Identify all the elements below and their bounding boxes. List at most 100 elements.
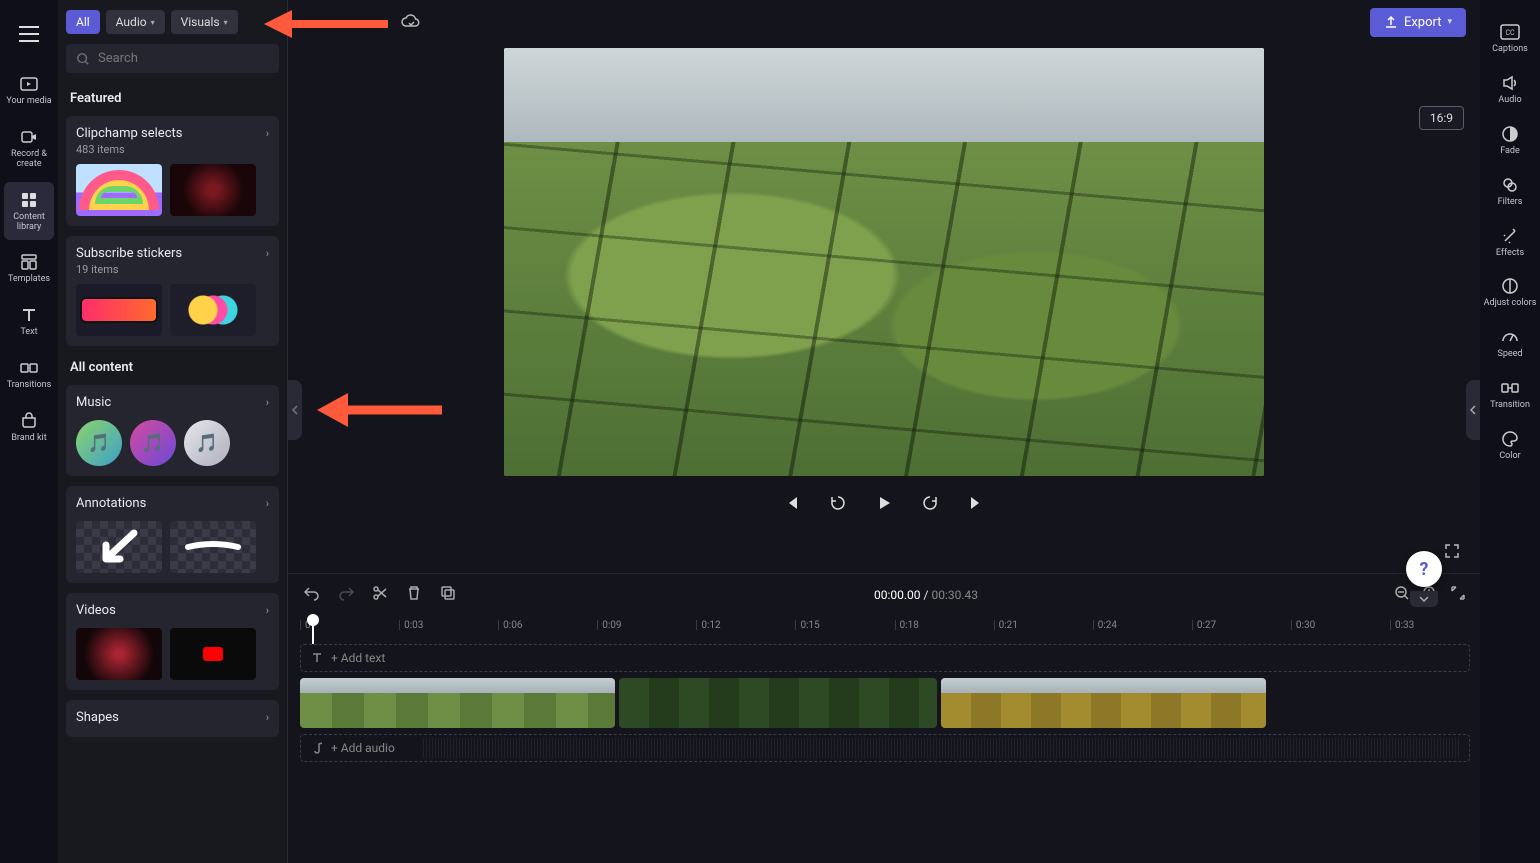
timeline: 00:00.00 / 00:30.43 00:030:060:090:120:1… xyxy=(288,573,1480,863)
thumb-underline[interactable] xyxy=(170,521,256,573)
preview-area: 16:9 ? xyxy=(288,44,1480,573)
nav-brand-kit[interactable]: Brand kit xyxy=(4,403,54,452)
music-genre-1[interactable]: 🎵 xyxy=(76,420,122,466)
nav-label: Your media xyxy=(6,97,51,107)
thumb-rainbow[interactable] xyxy=(76,164,162,216)
forward-button[interactable] xyxy=(917,490,943,516)
chevron-right-icon: › xyxy=(266,396,269,409)
waveform xyxy=(421,738,1459,758)
fullscreen-button[interactable] xyxy=(1444,543,1460,563)
text-icon xyxy=(19,305,39,325)
pill-visuals[interactable]: Visuals▾ xyxy=(171,10,238,34)
chevron-right-icon: › xyxy=(266,127,269,140)
preview-canvas[interactable] xyxy=(504,48,1264,476)
thumb-subscribe[interactable] xyxy=(76,284,162,336)
right-properties-rail: CC Captions Audio Fade Filters Effects A… xyxy=(1480,0,1540,863)
record-icon xyxy=(19,127,39,147)
aspect-ratio-badge[interactable]: 16:9 xyxy=(1419,106,1464,130)
card-subtitle: 19 items xyxy=(76,263,269,276)
nav-transitions[interactable]: Transitions xyxy=(4,350,54,399)
timeline-time: 00:00.00 / 00:30.43 xyxy=(472,588,1380,602)
clip-2[interactable] xyxy=(619,678,937,728)
panel-collapse-handle[interactable] xyxy=(288,380,302,440)
skip-end-button[interactable] xyxy=(963,490,989,516)
ruler-tick: 0:15 xyxy=(795,620,819,630)
chevron-down-icon: ▾ xyxy=(151,18,155,27)
thumb-bells[interactable] xyxy=(170,284,256,336)
ruler-tick: 0:09 xyxy=(597,620,621,630)
card-clipchamp-selects[interactable]: Clipchamp selects › 483 items xyxy=(66,116,279,226)
expand-down-button[interactable] xyxy=(1410,591,1438,607)
audio-track[interactable]: + Add audio xyxy=(300,734,1470,762)
prop-color[interactable]: Color xyxy=(1483,421,1537,470)
export-button[interactable]: Export ▾ xyxy=(1370,8,1466,37)
split-button[interactable] xyxy=(370,585,390,605)
music-genre-3[interactable]: 🎵 xyxy=(184,420,230,466)
upload-icon xyxy=(1384,15,1398,29)
nav-content-library[interactable]: Content library xyxy=(4,182,54,241)
pill-all[interactable]: All xyxy=(66,10,100,34)
card-annotations[interactable]: Annotations › xyxy=(66,486,279,583)
prop-filters[interactable]: Filters xyxy=(1483,167,1537,216)
ruler-tick: 0:18 xyxy=(895,620,919,630)
help-button[interactable]: ? xyxy=(1406,551,1442,587)
thumb-arrow[interactable] xyxy=(76,521,162,573)
card-title: Shapes xyxy=(76,710,119,725)
card-subscribe-stickers[interactable]: Subscribe stickers › 19 items xyxy=(66,236,279,346)
nav-record-create[interactable]: Record & create xyxy=(4,119,54,178)
music-genre-2[interactable]: 🎵 xyxy=(130,420,176,466)
prop-adjust-colors[interactable]: Adjust colors xyxy=(1483,268,1537,317)
clip-1[interactable] xyxy=(300,678,615,728)
menu-button[interactable] xyxy=(9,14,49,54)
redo-button[interactable] xyxy=(336,585,356,605)
search-box[interactable] xyxy=(66,44,279,73)
timeline-tracks: + Add text + Add audio xyxy=(300,644,1480,863)
prop-transition[interactable]: Transition xyxy=(1483,370,1537,419)
playhead[interactable] xyxy=(312,616,314,644)
text-track[interactable]: + Add text xyxy=(300,644,1470,672)
clip-3[interactable] xyxy=(941,678,1266,728)
rewind-button[interactable] xyxy=(825,490,851,516)
brand-kit-icon xyxy=(19,411,39,431)
ruler-tick: 0:27 xyxy=(1192,620,1216,630)
prop-fade[interactable]: Fade xyxy=(1483,116,1537,165)
search-input[interactable] xyxy=(98,51,269,66)
section-all-content: All content xyxy=(66,356,279,385)
prop-speed[interactable]: Speed xyxy=(1483,319,1537,368)
transport-controls xyxy=(779,490,989,516)
thumb-red-swirl[interactable] xyxy=(170,164,256,216)
ruler-tick: 0:06 xyxy=(498,620,522,630)
library-icon xyxy=(19,190,39,210)
zoom-out-button[interactable] xyxy=(1394,585,1410,605)
timeline-ruler[interactable]: 00:030:060:090:120:150:180:210:240:270:3… xyxy=(300,616,1480,644)
prop-effects[interactable]: Effects xyxy=(1483,218,1537,267)
play-button[interactable] xyxy=(871,490,897,516)
skip-start-button[interactable] xyxy=(779,490,805,516)
prop-audio[interactable]: Audio xyxy=(1483,65,1537,114)
ruler-tick: 0:24 xyxy=(1093,620,1117,630)
pill-audio[interactable]: Audio▾ xyxy=(106,10,165,34)
prop-captions[interactable]: CC Captions xyxy=(1483,14,1537,63)
zoom-fit-button[interactable] xyxy=(1450,585,1466,605)
nav-label: Text xyxy=(20,328,37,338)
ruler-tick: 0:33 xyxy=(1390,620,1414,630)
thumb-video-2[interactable] xyxy=(170,628,256,680)
right-panel-collapse-handle[interactable] xyxy=(1466,380,1480,440)
card-videos[interactable]: Videos › xyxy=(66,593,279,690)
nav-templates[interactable]: Templates xyxy=(4,244,54,293)
nav-text[interactable]: Text xyxy=(4,297,54,346)
delete-button[interactable] xyxy=(404,585,424,605)
speed-icon xyxy=(1500,327,1520,347)
duplicate-button[interactable] xyxy=(438,585,458,605)
undo-button[interactable] xyxy=(302,585,322,605)
transitions-icon xyxy=(19,358,39,378)
card-shapes[interactable]: Shapes › xyxy=(66,700,279,737)
cloud-sync-icon[interactable] xyxy=(400,14,420,34)
card-subtitle: 483 items xyxy=(76,143,269,156)
chevron-down-icon: ▾ xyxy=(1447,17,1452,27)
left-nav-rail: Your media Record & create Content libra… xyxy=(0,0,58,863)
card-music[interactable]: Music › 🎵 🎵 🎵 xyxy=(66,385,279,476)
nav-your-media[interactable]: Your media xyxy=(4,66,54,115)
nav-label: Content library xyxy=(4,213,54,233)
thumb-video-1[interactable] xyxy=(76,628,162,680)
